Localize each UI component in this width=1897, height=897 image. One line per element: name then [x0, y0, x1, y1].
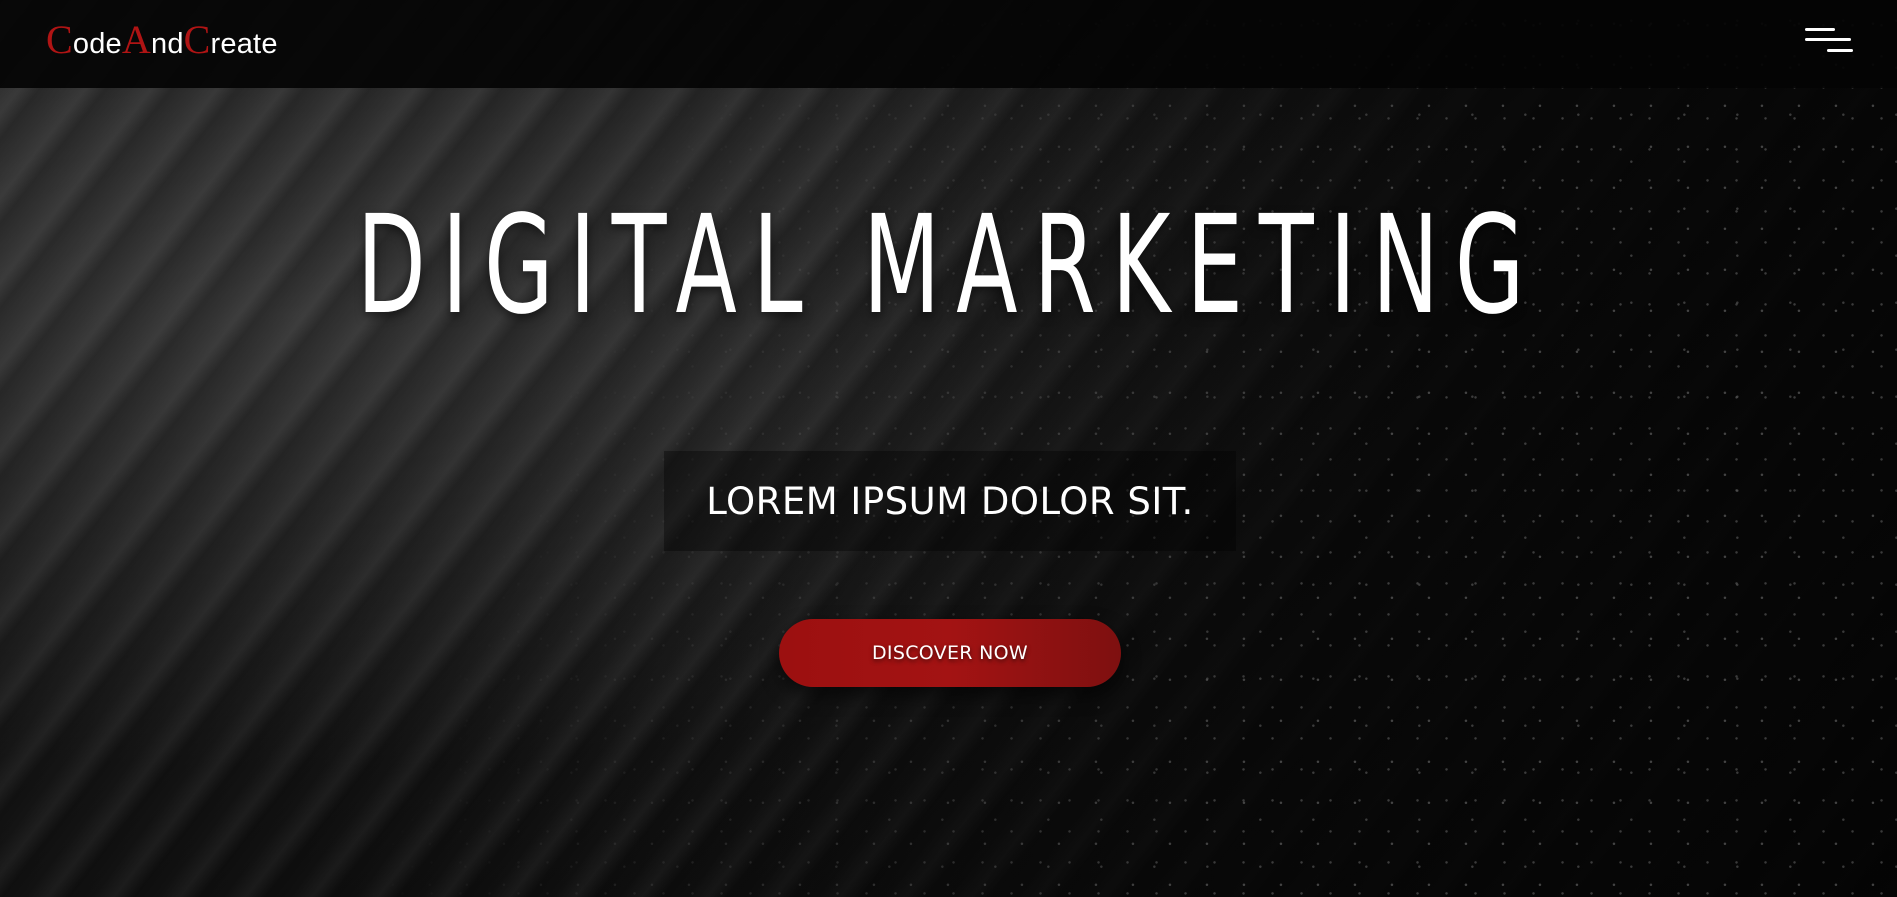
subtitle-box: LOREM IPSUM DOLOR SIT. [664, 451, 1236, 551]
logo-text: reate [210, 28, 278, 60]
logo-letter: C [46, 17, 73, 62]
logo-text: ode [72, 28, 122, 60]
logo-text: nd [150, 28, 184, 60]
logo-letter: A [121, 17, 151, 62]
landing-page: CodeAndCreate DIGITAL MARKETING LOREM IP… [0, 0, 1897, 897]
background-speckles [0, 0, 1897, 897]
hero-subtitle: LOREM IPSUM DOLOR SIT. [706, 479, 1194, 523]
logo-link[interactable]: CodeAndCreate [46, 16, 278, 63]
logo-letter: C [183, 17, 211, 62]
site-header: CodeAndCreate [0, 0, 1897, 88]
menu-line [1805, 28, 1835, 31]
hamburger-menu-icon[interactable] [1805, 24, 1853, 60]
menu-line [1805, 38, 1851, 41]
discover-now-label: DISCOVER NOW [872, 642, 1028, 664]
discover-now-button[interactable]: DISCOVER NOW [779, 619, 1121, 687]
menu-line [1827, 49, 1853, 52]
hero-title: DIGITAL MARKETING [356, 187, 1541, 345]
